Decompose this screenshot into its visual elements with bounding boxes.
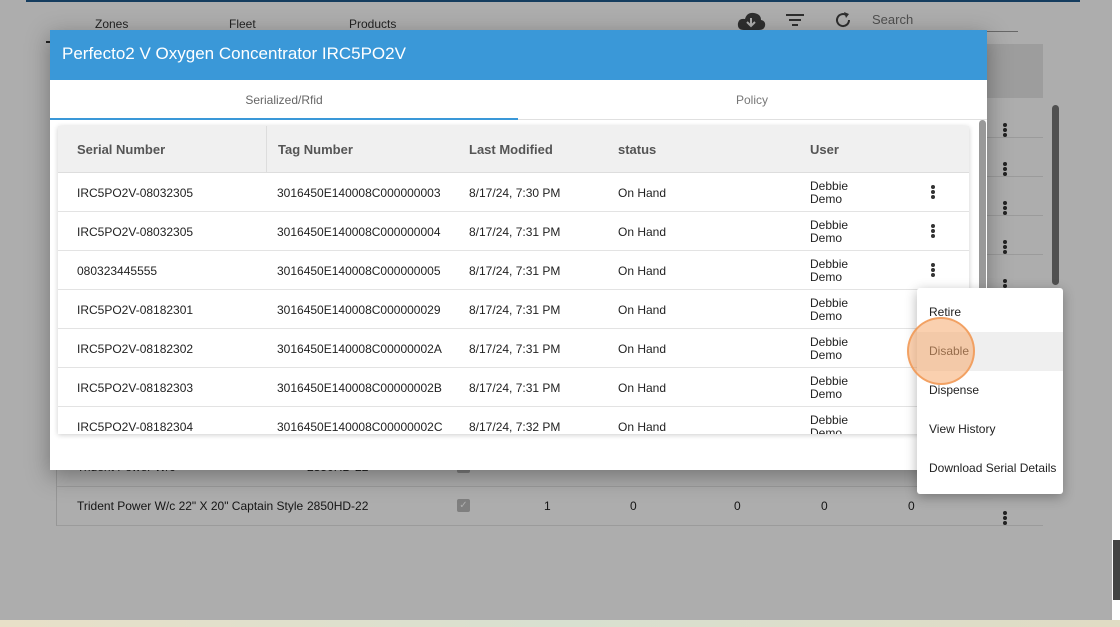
menu-item-retire[interactable]: Retire xyxy=(917,293,1063,332)
dialog-tabs: Serialized/Rfid Policy xyxy=(50,80,987,120)
table-row[interactable]: IRC5PO2V-08032305 3016450E140008C00000000… xyxy=(58,212,969,251)
last-modified-cell: 8/17/24, 7:31 PM xyxy=(469,381,561,395)
column-header-tag-number[interactable]: Tag Number xyxy=(278,142,353,157)
row-context-menu: Retire Disable Dispense View History Dow… xyxy=(917,288,1063,494)
user-cell: Debbie Demo xyxy=(810,219,870,245)
user-cell: Debbie Demo xyxy=(810,258,870,284)
column-header-user[interactable]: User xyxy=(810,142,839,157)
menu-item-download-serial-details[interactable]: Download Serial Details xyxy=(917,449,1063,488)
table-row[interactable]: IRC5PO2V-08032305 3016450E140008C00000000… xyxy=(58,173,969,212)
tab-serialized-rfid[interactable]: Serialized/Rfid xyxy=(50,80,518,120)
tag-number-cell: 3016450E140008C000000005 xyxy=(277,264,441,278)
serial-number-cell: IRC5PO2V-08182303 xyxy=(77,381,194,395)
user-last-name: Demo xyxy=(810,270,843,284)
user-cell: Debbie Demo xyxy=(810,414,870,435)
user-cell: Debbie Demo xyxy=(810,336,870,362)
tab-policy[interactable]: Policy xyxy=(518,80,986,120)
serial-number-cell: IRC5PO2V-08182301 xyxy=(77,303,194,317)
serial-number-cell: IRC5PO2V-08182302 xyxy=(77,342,194,356)
serial-number-cell: IRC5PO2V-08182304 xyxy=(77,420,194,434)
serials-dialog: Perfecto2 V Oxygen Concentrator IRC5PO2V… xyxy=(50,30,987,470)
status-cell: On Hand xyxy=(618,420,667,434)
user-last-name: Demo xyxy=(810,231,843,245)
user-last-name: Demo xyxy=(810,387,843,401)
adjacent-thumbnail xyxy=(1113,540,1120,600)
column-header-serial-number[interactable]: Serial Number xyxy=(77,142,165,157)
user-last-name: Demo xyxy=(810,192,843,206)
last-modified-cell: 8/17/24, 7:31 PM xyxy=(469,342,561,356)
serial-number-cell: 080323445555 xyxy=(77,264,158,278)
status-cell: On Hand xyxy=(618,342,667,356)
tag-number-cell: 3016450E140008C00000002A xyxy=(277,342,442,356)
menu-item-dispense[interactable]: Dispense xyxy=(917,371,1063,410)
status-cell: On Hand xyxy=(618,381,667,395)
more-options-icon[interactable] xyxy=(930,263,936,279)
adjacent-window-edge xyxy=(1112,0,1120,627)
user-cell: Debbie Demo xyxy=(810,297,870,323)
column-header-status[interactable]: status xyxy=(618,142,656,157)
more-options-icon[interactable] xyxy=(930,224,936,240)
tag-number-cell: 3016450E140008C000000003 xyxy=(277,186,441,200)
status-cell: On Hand xyxy=(618,225,667,239)
user-last-name: Demo xyxy=(810,348,843,362)
column-divider xyxy=(266,126,267,173)
table-row[interactable]: 080323445555 3016450E140008C000000005 8/17… xyxy=(58,251,969,290)
user-cell: Debbie Demo xyxy=(810,375,870,401)
status-cell: On Hand xyxy=(618,186,667,200)
user-last-name: Demo xyxy=(810,426,843,435)
last-modified-cell: 8/17/24, 7:32 PM xyxy=(469,420,561,434)
table-row[interactable]: IRC5PO2V-08182303 3016450E140008C00000002… xyxy=(58,368,969,407)
status-cell: On Hand xyxy=(618,303,667,317)
menu-item-disable[interactable]: Disable xyxy=(917,332,1063,371)
serial-number-cell: IRC5PO2V-08032305 xyxy=(77,225,194,239)
last-modified-cell: 8/17/24, 7:31 PM xyxy=(469,264,561,278)
taskbar-edge xyxy=(0,620,1120,627)
menu-item-view-history[interactable]: View History xyxy=(917,410,1063,449)
table-header: Serial Number Tag Number Last Modified s… xyxy=(58,126,969,173)
tag-number-cell: 3016450E140008C000000029 xyxy=(277,303,441,317)
tag-number-cell: 3016450E140008C00000002C xyxy=(277,420,443,434)
tag-number-cell: 3016450E140008C000000004 xyxy=(277,225,441,239)
more-options-icon[interactable] xyxy=(930,185,936,201)
serials-table: Serial Number Tag Number Last Modified s… xyxy=(58,126,969,434)
user-cell: Debbie Demo xyxy=(810,180,870,206)
column-header-last-modified[interactable]: Last Modified xyxy=(469,142,553,157)
status-cell: On Hand xyxy=(618,264,667,278)
active-tab-indicator xyxy=(50,118,518,120)
last-modified-cell: 8/17/24, 7:30 PM xyxy=(469,186,561,200)
table-row[interactable]: IRC5PO2V-08182302 3016450E140008C00000002… xyxy=(58,329,969,368)
table-row[interactable]: IRC5PO2V-08182301 3016450E140008C00000002… xyxy=(58,290,969,329)
table-row[interactable]: IRC5PO2V-08182304 3016450E140008C00000002… xyxy=(58,407,969,434)
last-modified-cell: 8/17/24, 7:31 PM xyxy=(469,225,561,239)
tag-number-cell: 3016450E140008C00000002B xyxy=(277,381,442,395)
dialog-title: Perfecto2 V Oxygen Concentrator IRC5PO2V xyxy=(50,30,987,80)
last-modified-cell: 8/17/24, 7:31 PM xyxy=(469,303,561,317)
serial-number-cell: IRC5PO2V-08032305 xyxy=(77,186,194,200)
user-last-name: Demo xyxy=(810,309,843,323)
